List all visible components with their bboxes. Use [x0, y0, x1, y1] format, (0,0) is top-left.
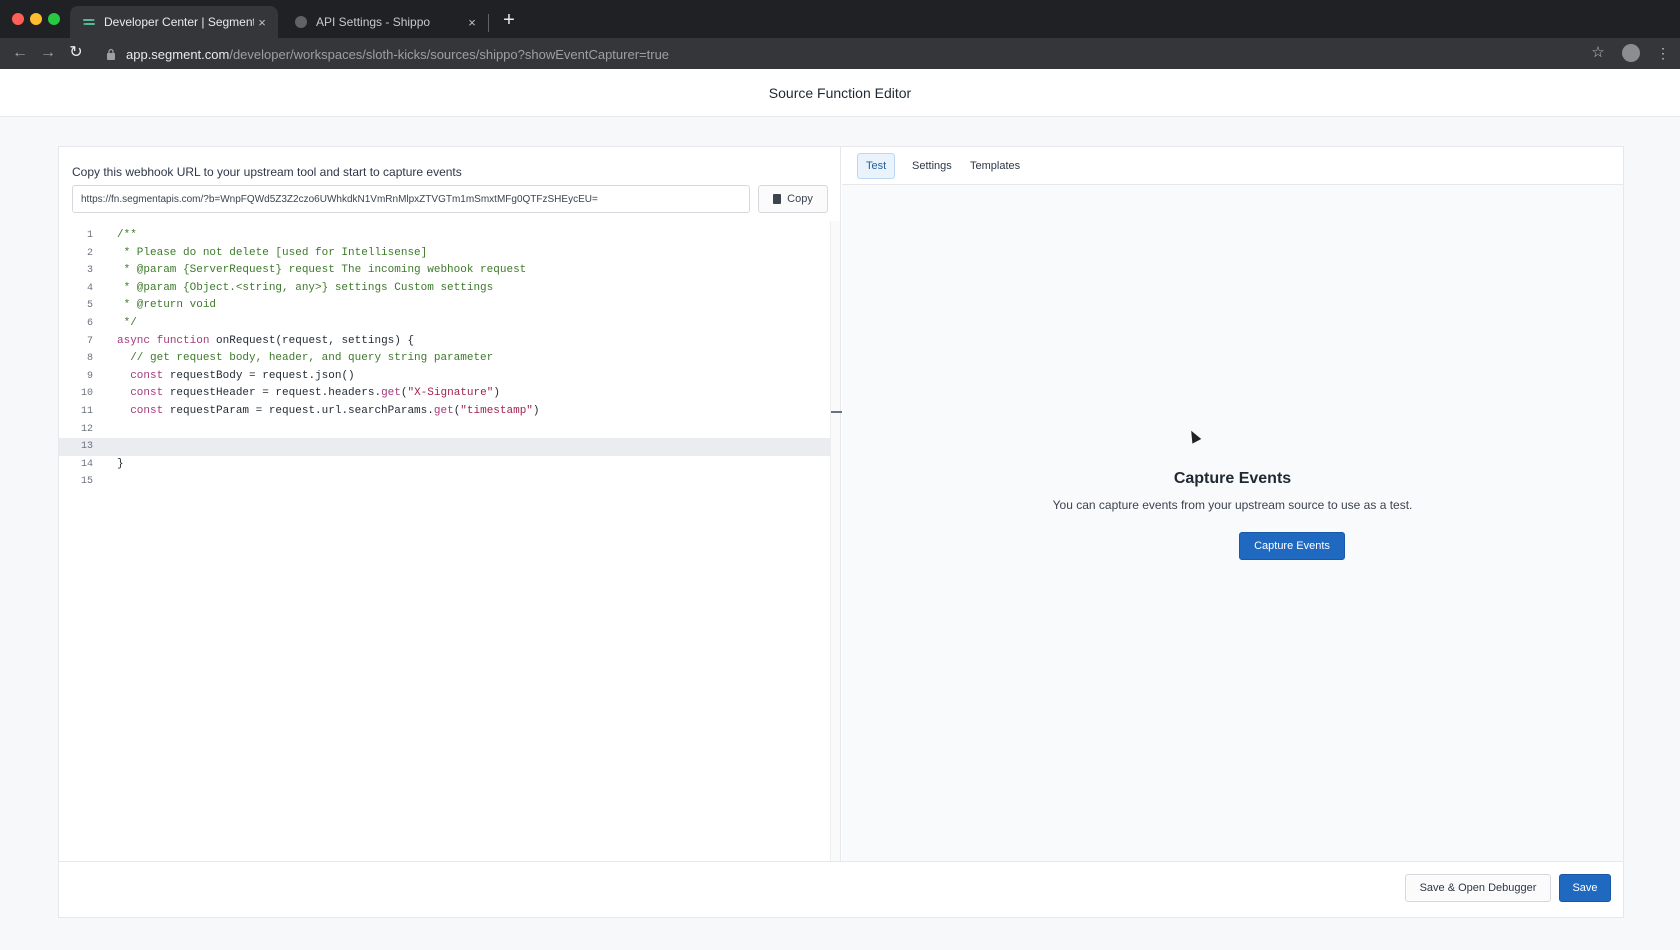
function-editor-panel: Copy this webhook URL to your upstream t… — [58, 146, 1624, 918]
profile-avatar[interactable] — [1622, 44, 1640, 62]
tab-templates[interactable]: Templates — [962, 153, 1028, 179]
page: Source Function Editor Copy this webhook… — [0, 69, 1680, 950]
maximize-window-button[interactable] — [48, 13, 60, 25]
editor-scrollbar[interactable] — [830, 221, 842, 861]
tab-divider — [488, 14, 489, 32]
lock-icon — [107, 48, 115, 60]
page-title: Source Function Editor — [768, 85, 912, 101]
tab-settings[interactable]: Settings — [904, 153, 960, 179]
new-tab-button[interactable]: + — [498, 9, 520, 31]
code-text: async function onRequest(request, settin… — [117, 334, 415, 347]
code-text: */ — [117, 317, 137, 329]
capture-events-button[interactable]: Capture Events — [1239, 532, 1345, 560]
editor-pane: Copy this webhook URL to your upstream t… — [59, 147, 842, 861]
browser-menu-icon[interactable]: ⋮ — [1652, 42, 1674, 64]
code-text: * Please do not delete [used for Intelli… — [117, 246, 428, 259]
line-number: 8 — [86, 353, 93, 365]
address-bar[interactable]: app.segment.com/developer/workspaces/slo… — [98, 42, 1558, 66]
segment-logo-icon — [83, 19, 95, 25]
code-text: * @param {Object.<string, any>} settings… — [117, 281, 494, 294]
browser-toolbar: ← → ↻ app.segment.com/developer/workspac… — [0, 38, 1680, 69]
browser-chrome: Developer Center | Segment × API Setting… — [0, 0, 1680, 69]
line-number: 14 — [80, 458, 93, 470]
line-number: 1 — [86, 230, 93, 241]
line-number: 2 — [86, 247, 93, 259]
capture-events-description: You can capture events from your upstrea… — [1052, 498, 1413, 512]
code-text: const requestHeader = request.headers.ge… — [130, 387, 500, 400]
tab-title: Developer Center | Segment — [104, 15, 254, 29]
code-editor[interactable]: 1 /** 2 * Please do not delete [used for I… — [59, 221, 830, 861]
code-line[interactable]: 11 const requestParam = request.url.sear… — [59, 403, 830, 421]
browser-tab-segment[interactable]: Developer Center | Segment × — [70, 6, 278, 38]
code-text: // get request body, header, and query s… — [117, 352, 494, 365]
code-text: const requestBody = request.json() — [130, 369, 355, 382]
tab-test[interactable]: Test — [857, 153, 896, 179]
back-icon[interactable]: ← — [10, 43, 30, 63]
code-line[interactable]: 6 */ — [59, 315, 830, 333]
url-path: /developer/workspaces/sloth-kicks/source… — [229, 46, 670, 62]
webhook-url-field[interactable] — [72, 185, 750, 213]
minimize-window-button[interactable] — [30, 13, 42, 25]
code-line[interactable]: 4 * @param {Object.<string, any>} settin… — [59, 280, 830, 298]
editor-footer: Save & Open Debugger Save — [59, 861, 1623, 917]
code-line[interactable]: 1 /** — [59, 227, 830, 245]
forward-icon[interactable]: → — [38, 43, 58, 63]
save-button[interactable]: Save — [1559, 874, 1611, 902]
reload-icon[interactable]: ↻ — [66, 43, 86, 63]
mouse-cursor-icon — [1186, 428, 1202, 444]
test-pane: Test Settings Templates Capture Events Y… — [842, 147, 1623, 861]
shippo-logo-icon — [295, 16, 307, 28]
bookmark-star-icon[interactable]: ☆ — [1587, 42, 1609, 64]
code-line[interactable]: 15 — [59, 473, 830, 491]
url-host: app.segment.com — [126, 46, 230, 62]
code-line[interactable]: 10 const requestHeader = request.headers… — [59, 385, 830, 403]
line-number: 13 — [80, 441, 93, 453]
line-number: 5 — [86, 300, 93, 312]
line-number: 3 — [86, 265, 93, 277]
line-number: 6 — [86, 318, 93, 329]
code-line[interactable]: 5 * @return void — [59, 297, 830, 315]
webhook-label: Copy this webhook URL to your upstream t… — [72, 165, 462, 179]
save-open-debugger-button[interactable]: Save & Open Debugger — [1405, 874, 1551, 902]
copy-button[interactable]: Copy — [758, 185, 828, 213]
test-tabs: Test Settings Templates — [842, 147, 1623, 185]
scrollbar-thumb[interactable] — [831, 411, 842, 413]
code-line[interactable]: 14} — [59, 456, 830, 474]
code-text: } — [117, 457, 124, 470]
code-text: * @return void — [117, 299, 217, 312]
tab-title: API Settings - Shippo — [316, 15, 431, 29]
line-number: 10 — [80, 388, 93, 400]
capture-events-title: Capture Events — [1173, 470, 1292, 487]
line-number: 15 — [80, 476, 93, 488]
code-line[interactable]: 3 * @param {ServerRequest} request The i… — [59, 262, 830, 280]
code-text: const requestParam = request.url.searchP… — [130, 405, 540, 417]
browser-tab-shippo[interactable]: API Settings - Shippo × — [282, 6, 488, 38]
code-line[interactable]: 12 — [59, 421, 830, 439]
close-tab-icon[interactable]: × — [464, 15, 480, 30]
code-line[interactable]: 9 const requestBody = request.json() — [59, 368, 830, 386]
code-text: * @param {ServerRequest} request The inc… — [117, 264, 527, 277]
clipboard-icon — [773, 194, 782, 204]
code-line[interactable]: 2 * Please do not delete [used for Intel… — [59, 245, 830, 263]
line-number: 12 — [80, 423, 93, 435]
tab-strip: Developer Center | Segment × API Setting… — [0, 0, 1680, 38]
line-number: 4 — [86, 282, 93, 294]
line-number: 9 — [86, 370, 93, 382]
code-text: /** — [117, 229, 137, 241]
line-number: 11 — [80, 406, 93, 417]
close-tab-icon[interactable]: × — [254, 15, 270, 30]
close-window-button[interactable] — [12, 13, 24, 25]
code-line[interactable]: 8 // get request body, header, and query… — [59, 350, 830, 368]
line-number: 7 — [86, 335, 93, 347]
page-header: Source Function Editor — [0, 69, 1680, 117]
code-line[interactable]: 7 async function onRequest(request, setti… — [59, 333, 830, 351]
code-line[interactable]: 13 — [59, 438, 830, 456]
copy-label: Copy — [787, 193, 813, 205]
